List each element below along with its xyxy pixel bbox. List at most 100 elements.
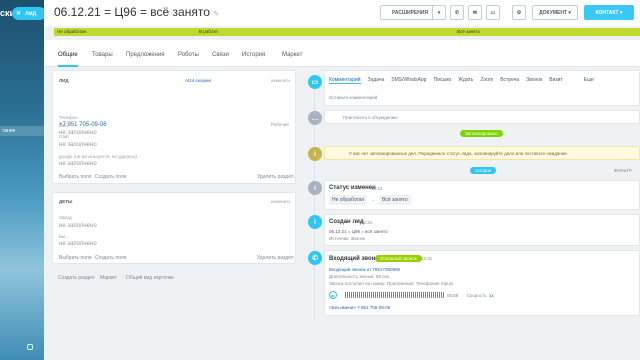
- phone-label: Телефон: [59, 115, 78, 120]
- tab-links[interactable]: Связи: [212, 52, 229, 58]
- arrow-icon: →: [371, 197, 376, 202]
- stage-not-processed[interactable]: Не обработан: [54, 28, 196, 36]
- deals-card-title: ДЕТЫ: [59, 199, 73, 204]
- card-view-link[interactable]: Общий вид карточки: [126, 275, 174, 281]
- site-label: Сайт: [59, 134, 70, 139]
- warning-card: У вас нет запланированных дел. Передвинь…: [324, 146, 640, 160]
- tab-zoom[interactable]: Zoom: [480, 77, 493, 84]
- filter-button[interactable]: ФИЛЬТР: [614, 168, 632, 173]
- tab-robots[interactable]: Роботы: [178, 52, 199, 58]
- tab-more[interactable]: Еще: [584, 77, 594, 84]
- extensions-button[interactable]: РАСШИРЕНИЯ: [380, 5, 440, 20]
- ai-badge[interactable]: AI24-скоринг: [185, 78, 212, 83]
- google-label: google (не используется, не удалено): [59, 154, 137, 159]
- invite-text[interactable]: Пригласить к обсуждению: [343, 115, 398, 120]
- chat-icon[interactable]: ▭: [486, 5, 500, 20]
- tab-wait[interactable]: Ждать: [458, 77, 473, 84]
- event-title: Создан лид: [329, 219, 364, 225]
- tab-products[interactable]: Товары: [92, 52, 113, 58]
- create-section-link[interactable]: Создать раздел: [58, 275, 95, 281]
- contact-button[interactable]: КОНТАКТ ▾: [584, 5, 634, 20]
- google-value: не заполнено: [59, 161, 97, 167]
- play-icon[interactable]: ▶: [329, 291, 337, 299]
- comment-input[interactable]: Оставьте комментарий: [329, 95, 377, 100]
- close-pill[interactable]: ✕ лид: [12, 7, 46, 20]
- document-button[interactable]: ДОКУМЕНТ ▾: [532, 5, 578, 20]
- site-value: не заполнено: [59, 142, 97, 148]
- event-line: Источник: Звонок: [329, 236, 366, 241]
- phone-icon[interactable]: ✆: [450, 5, 464, 20]
- activity-tabs: Комментарий Задача SMS/WhatsApp Письмо Ж…: [329, 77, 594, 84]
- phone-type: Рабочий: [271, 122, 289, 127]
- tab-visit[interactable]: Визит: [549, 77, 563, 84]
- deals-card: ДЕТЫ изменить Завод не заполнено Вы... н…: [52, 192, 296, 264]
- phone-link[interactable]: +7 951 705-09-06: [59, 122, 107, 128]
- invite-row[interactable]: Пригласить к обсуждению: [324, 110, 640, 124]
- deals-edit-link[interactable]: изменить: [271, 199, 291, 204]
- tab-history[interactable]: История: [242, 52, 265, 58]
- field1-label: Завод: [59, 215, 72, 220]
- main-panel: 06.12.21 = Ц96 = всё занято ✎ РАСШИРЕНИЯ…: [44, 0, 640, 360]
- sidebar-menu-item[interactable]: тание: [0, 126, 44, 136]
- info-icon: i: [308, 147, 322, 161]
- settings-icon[interactable]: [27, 344, 33, 350]
- page-title: 06.12.21 = Ц96 = всё занято ✎: [54, 5, 220, 19]
- tab-market[interactable]: Маркет: [282, 52, 302, 58]
- success-tag: Успешный звонок: [375, 255, 422, 262]
- choose-fields-link[interactable]: Выбрать поля: [59, 174, 92, 180]
- lead-edit-link[interactable]: изменить: [271, 78, 291, 83]
- deals-delete-section[interactable]: Удалить раздел: [257, 255, 294, 261]
- call-from-link[interactable]: Входящий звонок от 79517050906: [329, 267, 400, 272]
- status-to: Всё занято: [379, 195, 411, 205]
- tab-task[interactable]: Задача: [368, 77, 385, 84]
- field2-label: Вы...: [59, 234, 69, 239]
- close-icon[interactable]: ✕: [16, 10, 21, 17]
- tab-letter[interactable]: Письмо: [434, 77, 452, 84]
- phone-icon: ✆: [308, 251, 322, 265]
- chat-bubble-icon: …: [308, 111, 322, 125]
- event-status-changed: Статус изменен 15:24 Не обработан → Всё …: [324, 180, 640, 210]
- tab-offers[interactable]: Предложения: [126, 52, 164, 58]
- today-tag: сегодня: [470, 167, 497, 174]
- audio-duration: 00:58: [447, 293, 459, 298]
- pill-label: лид: [25, 10, 37, 17]
- stage-in-work[interactable]: В работе: [196, 28, 454, 36]
- info-icon: i: [308, 181, 322, 195]
- caller-link[interactable]: <Без имени> 7 951 705-09-06: [329, 305, 390, 310]
- planned-tag: Запланировано: [460, 130, 503, 137]
- deals-choose-fields[interactable]: Выбрать поля: [59, 255, 92, 261]
- top-bar: 06.12.21 = Ц96 = всё занято ✎ РАСШИРЕНИЯ…: [44, 0, 640, 26]
- delete-section-link[interactable]: Удалить раздел: [257, 174, 294, 180]
- tabs-bar: Общие Товары Предложения Роботы Связи Ис…: [44, 40, 640, 67]
- tab-general[interactable]: Общие: [58, 52, 78, 67]
- market-link[interactable]: Маркет: [100, 275, 117, 281]
- chevron-down-icon[interactable]: ▾: [432, 5, 446, 20]
- call-number: Звонок поступил на номер: Приложение: Те…: [329, 281, 454, 286]
- speed-label: Скорость: [467, 293, 487, 298]
- activity-editor: Комментарий Задача SMS/WhatsApp Письмо Ж…: [324, 70, 640, 106]
- event-incoming-call: Входящий звонок Успешный звонок 12:31 Вх…: [324, 250, 640, 316]
- edit-icon[interactable]: ✎: [213, 11, 219, 18]
- info-icon: i: [308, 215, 322, 229]
- event-time: 15:24: [371, 186, 383, 191]
- event-time: 12:31: [421, 256, 433, 261]
- gear-icon[interactable]: ⚙: [512, 5, 526, 20]
- tab-meeting[interactable]: Встреча: [500, 77, 519, 84]
- event-title: Статус изменен: [329, 185, 376, 191]
- event-time: 12:31: [361, 220, 373, 225]
- audio-waveform[interactable]: [345, 292, 445, 298]
- event-line: 06.12.21 = Ц96 = всё занято: [329, 229, 388, 234]
- create-field-link[interactable]: Создать поле: [95, 174, 126, 180]
- lead-card: ЛИД AI24-скоринг изменить Имя не заполне…: [52, 70, 296, 184]
- call-duration: Длительность звонка: 58 сек.: [329, 274, 391, 279]
- tab-sms[interactable]: SMS/WhatsApp: [391, 77, 426, 84]
- tab-call[interactable]: Звонок: [526, 77, 542, 84]
- deals-create-field[interactable]: Создать поле: [95, 255, 126, 261]
- status-from: Не обработан: [329, 195, 368, 205]
- warning-text: У вас нет запланированных дел. Передвинь…: [349, 151, 569, 156]
- tab-comment[interactable]: Комментарий: [329, 77, 361, 84]
- mail-icon[interactable]: ✉: [468, 5, 482, 20]
- speed-select[interactable]: 1x: [489, 293, 494, 298]
- chat-icon: ▭: [308, 75, 322, 89]
- stage-all-taken[interactable]: Всё занято: [454, 28, 640, 36]
